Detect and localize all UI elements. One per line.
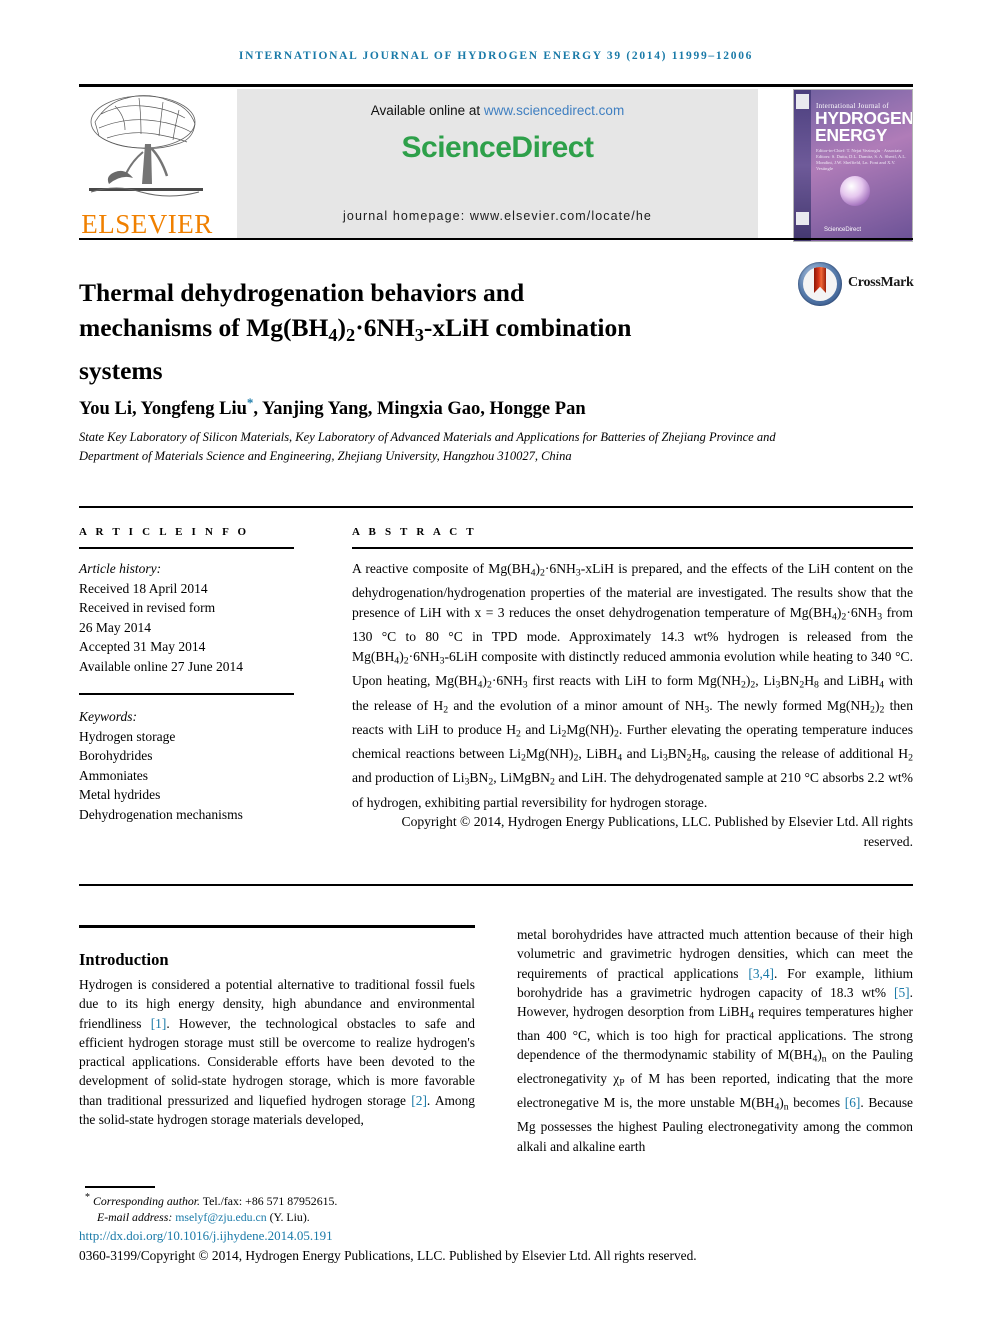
iahe-badge-bottom-icon <box>796 212 809 225</box>
title-line-3: systems <box>79 356 163 386</box>
journal-cover-thumbnail: International Journal of HYDROGEN ENERGY… <box>793 89 913 242</box>
abstract-copyright: Copyright © 2014, Hydrogen Energy Public… <box>401 814 914 849</box>
keyword-item: Dehydrogenation mechanisms <box>79 806 243 822</box>
elsevier-tree-icon <box>89 95 203 197</box>
authors-first-part: You Li, Yongfeng Liu <box>79 399 247 420</box>
cover-journal-title: HYDROGEN ENERGY <box>815 109 912 145</box>
keyword-item: Hydrogen storage <box>79 728 176 744</box>
introduction-rule <box>79 925 475 928</box>
keyword-item: Metal hydrides <box>79 787 161 802</box>
email-address-link[interactable]: mselyf@zju.edu.cn <box>175 1210 266 1224</box>
doi-link[interactable]: http://dx.doi.org/10.1016/j.ijhydene.201… <box>79 1228 333 1244</box>
citation-link[interactable]: [6] <box>845 1095 861 1110</box>
email-address-label: E-mail address: <box>97 1209 176 1224</box>
article-history-item: 26 May 2014 <box>79 619 151 635</box>
cover-title-line2: ENERGY <box>815 125 888 145</box>
author-list: You Li, Yongfeng Liu*, Yanjing Yang, Min… <box>79 395 839 420</box>
corresponding-author-note: * Corresponding author. Tel./fax: +86 57… <box>85 1190 515 1225</box>
keyword-item: Borohydrides <box>79 748 153 763</box>
citation-link[interactable]: [2] <box>411 1093 427 1108</box>
abstract-body: A reactive composite of Mg(BH4)2·6NH3-xL… <box>352 561 914 810</box>
masthead-top-rule <box>79 84 913 87</box>
journal-homepage-line[interactable]: journal homepage: www.elsevier.com/locat… <box>237 209 758 223</box>
introduction-column-left: Hydrogen is considered a potential alter… <box>79 977 475 1128</box>
keyword-item: Ammoniates <box>79 767 148 783</box>
sciencedirect-url[interactable]: www.sciencedirect.com <box>484 103 624 118</box>
abstract-column: A B S T R A C T A reactive composite of … <box>352 526 913 852</box>
introduction-heading: Introduction <box>79 949 169 969</box>
sciencedirect-banner: Available online at www.sciencedirect.co… <box>237 89 758 240</box>
abstract-rule <box>352 547 913 549</box>
article-history-item: Accepted 31 May 2014 <box>79 639 206 654</box>
cover-orb-graphic <box>840 176 870 206</box>
masthead-bottom-rule <box>79 238 913 240</box>
iahe-badge-top-icon <box>796 94 809 109</box>
introduction-column-right: metal borohydrides have attracted much a… <box>517 927 914 1154</box>
cover-editors-text: Editor-in-Chief: T. Nejat Veziroglu · As… <box>816 148 907 171</box>
title-line-2: mechanisms of Mg(BH4)2·6NH3-xLiH combina… <box>79 313 632 346</box>
crossmark-ribbon-icon <box>814 267 826 293</box>
available-online-text: Available online at <box>370 103 484 118</box>
cover-sciencedirect-mark: ScienceDirect <box>824 227 862 233</box>
article-history-item: Available online 27 June 2014 <box>79 658 243 674</box>
available-online-line: Available online at www.sciencedirect.co… <box>237 103 758 118</box>
journal-masthead: ELSEVIER Available online at www.science… <box>79 84 913 242</box>
article-info-rule <box>79 547 294 549</box>
abstract-heading: A B S T R A C T <box>352 526 477 538</box>
keywords-label: Keywords: <box>79 709 137 724</box>
band-bottom-rule <box>79 884 913 886</box>
article-first-page: International Journal of Hydrogen Energy… <box>0 0 992 1323</box>
article-info-column: A R T I C L E I N F O Article history: R… <box>79 526 294 824</box>
page-title: Thermal dehydrogenation behaviors and me… <box>79 275 719 388</box>
issn-copyright-line: 0360-3199/Copyright © 2014, Hydrogen Ene… <box>79 1248 697 1263</box>
elsevier-logo: ELSEVIER <box>79 88 215 240</box>
article-history-item: Received 18 April 2014 <box>79 580 208 596</box>
keywords-rule <box>79 693 294 695</box>
crossmark-label: CrossMark <box>848 275 914 290</box>
authors-second-part: , Yanjing Yang, Mingxia Gao, Hongge Pan <box>253 399 586 420</box>
corresponding-author-tel: Tel./fax: +86 571 87952615. <box>200 1193 338 1208</box>
article-history-item: Received in revised form <box>79 600 216 615</box>
corresponding-author-label: Corresponding author. <box>92 1193 201 1208</box>
article-history-label: Article history: <box>79 561 162 576</box>
crossmark-badge[interactable]: CrossMark <box>798 262 928 312</box>
title-line-1: Thermal dehydrogenation behaviors and <box>79 278 525 308</box>
author-affiliation: State Key Laboratory of Silicon Material… <box>79 430 776 463</box>
footnote-star-marker: * <box>85 1192 90 1203</box>
crossmark-icon <box>798 262 842 306</box>
sciencedirect-logo[interactable]: ScienceDirect <box>237 131 758 165</box>
elsevier-wordmark: ELSEVIER <box>81 209 213 239</box>
citation-link[interactable]: [5] <box>894 985 910 1000</box>
crossmark-inner-circle <box>803 267 837 301</box>
band-top-rule <box>79 506 913 508</box>
email-address-owner: (Y. Liu). <box>266 1209 310 1224</box>
citation-link[interactable]: [3,4] <box>748 966 774 981</box>
running-head: International Journal of Hydrogen Energy… <box>238 50 754 62</box>
article-info-heading: A R T I C L E I N F O <box>79 526 250 538</box>
citation-link[interactable]: [1] <box>151 1016 167 1031</box>
footnote-separator <box>85 1186 155 1188</box>
